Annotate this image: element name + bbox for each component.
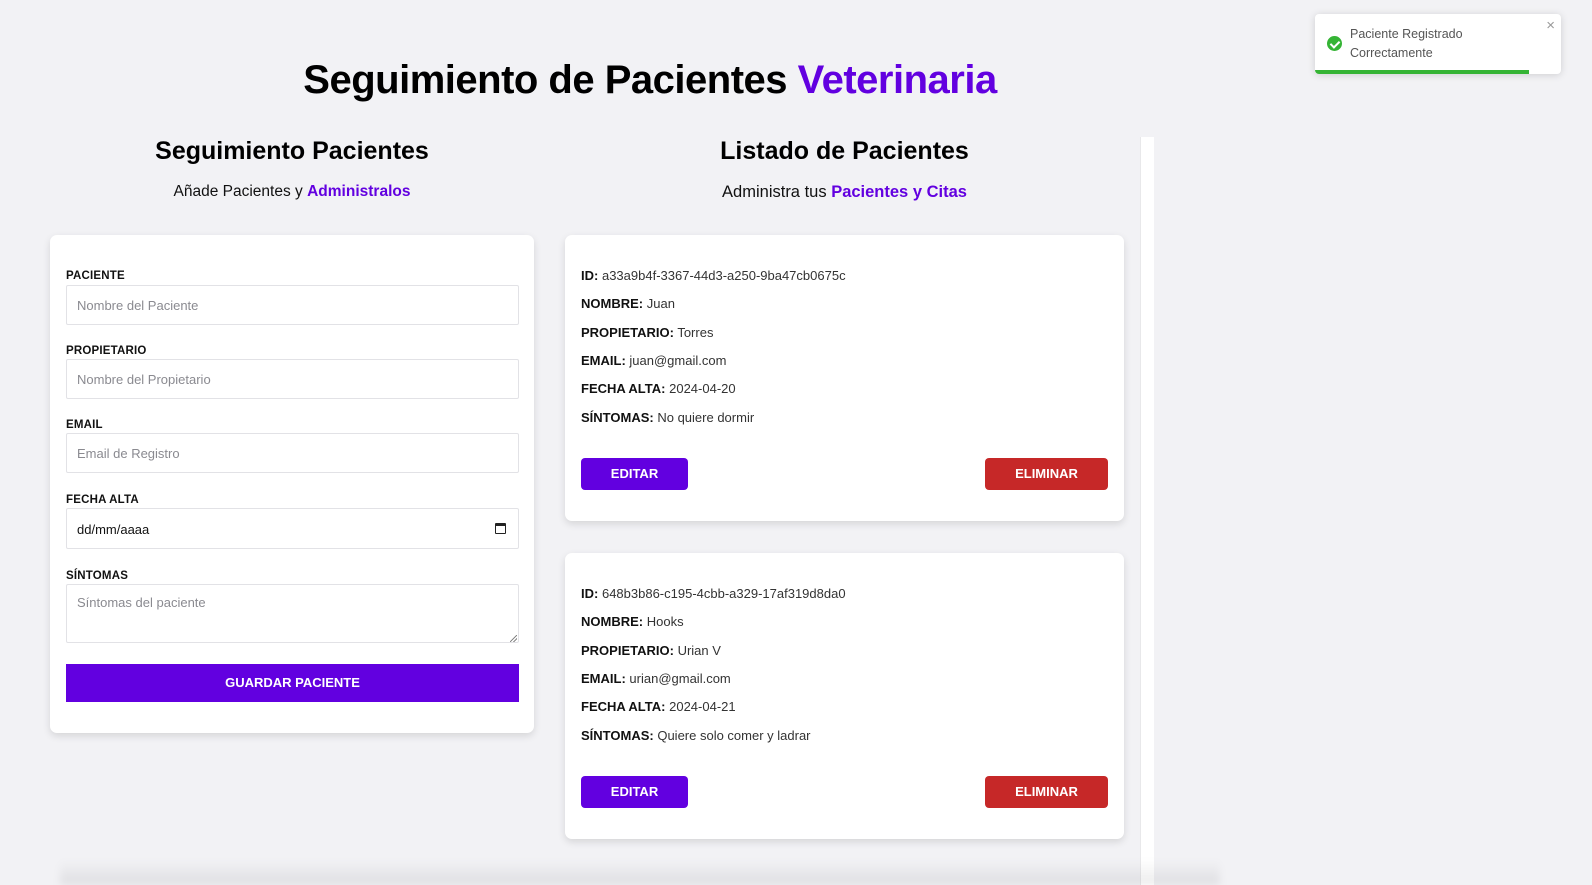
close-icon[interactable]: × bbox=[1546, 17, 1555, 34]
patient-email-value: urian@gmail.com bbox=[629, 671, 731, 686]
patient-date-label: FECHA ALTA: bbox=[581, 699, 666, 714]
symptoms-label: SÍNTOMAS bbox=[66, 570, 129, 582]
list-scrollbar-track[interactable] bbox=[1140, 137, 1154, 885]
patient-id-value: 648b3b86-c195-4cbb-a329-17af319d8da0 bbox=[601, 586, 846, 601]
page-title: Seguimiento de Pacientes Veterinaria bbox=[0, 58, 1300, 103]
patient-owner-value: Torres bbox=[677, 325, 714, 340]
patient-date-label: FECHA ALTA: bbox=[581, 381, 666, 396]
patient-card: ID: 648b3b86-c195-4cbb-a329-17af319d8da0… bbox=[565, 553, 1124, 839]
list-section-subtitle: Administra tus Pacientes y Citas bbox=[565, 183, 1124, 202]
list-section-title: Listado de Pacientes bbox=[720, 137, 969, 165]
delete-button[interactable]: ELIMINAR bbox=[985, 776, 1108, 808]
patient-id: ID: a33a9b4f-3367-44d3-a250-9ba47cb0675c bbox=[581, 268, 846, 283]
toast-progress-bar bbox=[1315, 70, 1530, 74]
patient-name-label: NOMBRE: bbox=[581, 614, 644, 629]
toast-message: Paciente Registrado Correctamente bbox=[1350, 27, 1463, 60]
patient-email: EMAIL: juan@gmail.com bbox=[581, 353, 726, 368]
calendar-icon[interactable] bbox=[495, 523, 506, 534]
patient-id-label: ID: bbox=[581, 268, 599, 283]
bottom-shadow-decoration bbox=[60, 860, 1220, 885]
email-input[interactable] bbox=[66, 433, 519, 473]
email-label: EMAIL bbox=[66, 419, 103, 431]
patient-email-label: EMAIL: bbox=[581, 353, 626, 368]
date-input-placeholder: dd/mm/aaaa bbox=[77, 522, 150, 537]
patient-name-input[interactable] bbox=[66, 285, 519, 325]
patient-form: PACIENTE PROPIETARIO EMAIL FECHA ALTA dd… bbox=[50, 235, 534, 733]
symptoms-wrapper bbox=[50, 584, 534, 644]
form-section-title: Seguimiento Pacientes bbox=[155, 137, 429, 165]
form-subtitle-text: Añade Pacientes y bbox=[173, 183, 303, 200]
patient-symptoms-value: No quiere dormir bbox=[657, 410, 755, 425]
patient-name-value: Juan bbox=[646, 296, 675, 311]
date-input[interactable]: dd/mm/aaaa bbox=[66, 508, 519, 549]
patient-id-label: ID: bbox=[581, 586, 599, 601]
owner-name-input[interactable] bbox=[66, 359, 519, 399]
list-subtitle-accent: Pacientes y Citas bbox=[831, 183, 967, 201]
patient-symptoms: SÍNTOMAS: No quiere dormir bbox=[581, 410, 754, 425]
patient-email-label: EMAIL: bbox=[581, 671, 626, 686]
patient-name-value: Hooks bbox=[646, 614, 684, 629]
patient-date: FECHA ALTA: 2024-04-20 bbox=[581, 381, 736, 396]
patient-owner: PROPIETARIO: Torres bbox=[581, 325, 713, 340]
patient-card: ID: a33a9b4f-3367-44d3-a250-9ba47cb0675c… bbox=[565, 235, 1124, 521]
patient-name: NOMBRE: Hooks bbox=[581, 614, 684, 629]
patient-name: NOMBRE: Juan bbox=[581, 296, 675, 311]
edit-button[interactable]: EDITAR bbox=[581, 458, 688, 490]
symptoms-textarea[interactable] bbox=[66, 584, 519, 643]
page-title-accent: Veterinaria bbox=[797, 58, 998, 102]
patient-id-value: a33a9b4f-3367-44d3-a250-9ba47cb0675c bbox=[601, 268, 846, 283]
delete-button[interactable]: ELIMINAR bbox=[985, 458, 1108, 490]
save-patient-button[interactable]: GUARDAR PACIENTE bbox=[66, 664, 519, 702]
patient-owner-label: PROPIETARIO: bbox=[581, 643, 674, 658]
form-subtitle-accent: Administralos bbox=[307, 183, 411, 200]
patient-symptoms: SÍNTOMAS: Quiere solo comer y ladrar bbox=[581, 728, 811, 743]
patient-symptoms-label: SÍNTOMAS: bbox=[581, 728, 654, 743]
list-subtitle-text: Administra tus bbox=[722, 183, 827, 201]
date-label: FECHA ALTA bbox=[66, 494, 139, 506]
patient-id: ID: 648b3b86-c195-4cbb-a329-17af319d8da0 bbox=[581, 586, 846, 601]
patient-email: EMAIL: urian@gmail.com bbox=[581, 671, 731, 686]
patient-owner: PROPIETARIO: Urian V bbox=[581, 643, 721, 658]
patient-date-value: 2024-04-20 bbox=[669, 381, 736, 396]
success-toast[interactable]: Paciente Registrado Correctamente × bbox=[1315, 14, 1561, 74]
patient-symptoms-label: SÍNTOMAS: bbox=[581, 410, 654, 425]
form-section-subtitle: Añade Pacientes y Administralos bbox=[50, 183, 534, 201]
patient-name-label: PACIENTE bbox=[66, 270, 125, 282]
patient-owner-label: PROPIETARIO: bbox=[581, 325, 674, 340]
page-title-main: Seguimiento de Pacientes bbox=[303, 58, 787, 102]
patient-symptoms-value: Quiere solo comer y ladrar bbox=[657, 728, 811, 743]
check-circle-icon bbox=[1327, 36, 1342, 51]
edit-button[interactable]: EDITAR bbox=[581, 776, 688, 808]
patient-date: FECHA ALTA: 2024-04-21 bbox=[581, 699, 736, 714]
patient-date-value: 2024-04-21 bbox=[669, 699, 736, 714]
patient-owner-value: Urian V bbox=[677, 643, 721, 658]
patient-name-label: NOMBRE: bbox=[581, 296, 644, 311]
resize-handle-icon[interactable] bbox=[510, 635, 517, 642]
owner-name-label: PROPIETARIO bbox=[66, 345, 147, 357]
patient-email-value: juan@gmail.com bbox=[629, 353, 727, 368]
